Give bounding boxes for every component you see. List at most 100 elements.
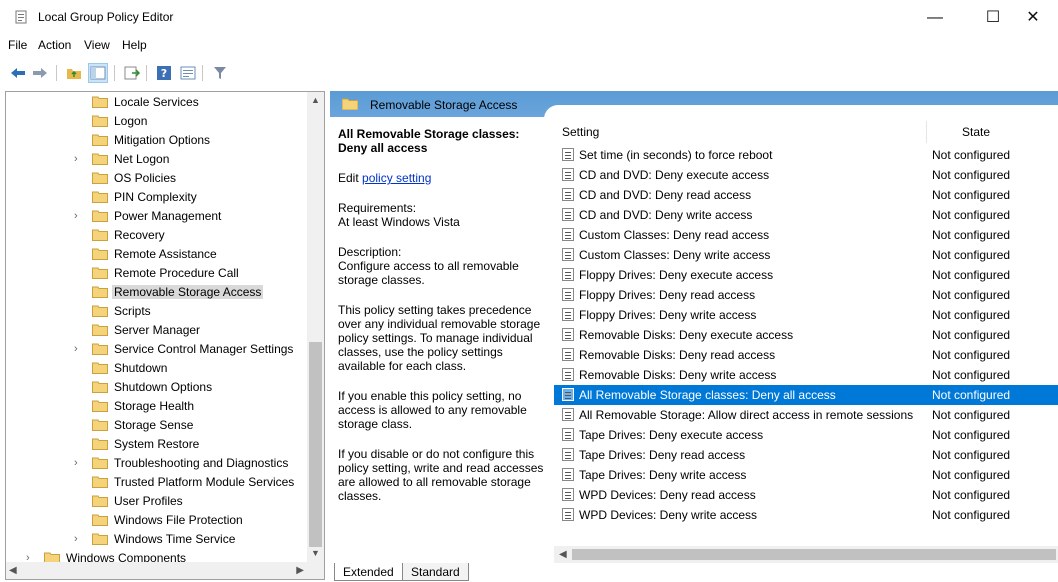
policy-setting-icon xyxy=(562,368,574,381)
tree-item[interactable]: Removable Storage Access xyxy=(6,283,309,302)
tree-item[interactable]: OS Policies xyxy=(6,169,309,188)
forward-icon[interactable] xyxy=(30,63,50,83)
setting-row[interactable]: WPD Devices: Deny read access Not configu… xyxy=(554,485,1058,505)
setting-row[interactable]: Set time (in seconds) to force reboot Not… xyxy=(554,145,1058,165)
tree-item[interactable]: Mitigation Options xyxy=(6,131,309,150)
tree-item[interactable]: › Net Logon xyxy=(6,150,309,169)
window-title: Local Group Policy Editor xyxy=(38,10,174,24)
expand-chevron-icon[interactable]: › xyxy=(74,210,84,222)
scroll-right-icon[interactable]: ▶ xyxy=(296,562,304,579)
show-hide-tree-icon[interactable] xyxy=(88,63,108,83)
tree-item[interactable]: PIN Complexity xyxy=(6,188,309,207)
policy-setting-icon xyxy=(562,488,574,501)
tree-item[interactable]: › Troubleshooting and Diagnostics xyxy=(6,454,309,473)
policy-setting-icon xyxy=(562,248,574,261)
setting-state: Not configured xyxy=(932,348,1011,362)
column-header-state[interactable]: State xyxy=(962,125,990,139)
expand-chevron-icon[interactable]: › xyxy=(74,343,84,355)
tree-item[interactable]: Remote Assistance xyxy=(6,245,309,264)
tree-item[interactable]: Remote Procedure Call xyxy=(6,264,309,283)
scroll-thumb[interactable] xyxy=(572,549,1056,560)
expand-chevron-icon[interactable]: › xyxy=(74,457,84,469)
setting-row[interactable]: Removable Disks: Deny write access Not co… xyxy=(554,365,1058,385)
tree-item[interactable]: Storage Sense xyxy=(6,416,309,435)
setting-row[interactable]: CD and DVD: Deny read access Not configur… xyxy=(554,185,1058,205)
setting-row[interactable]: Tape Drives: Deny write access Not config… xyxy=(554,465,1058,485)
menu-action[interactable]: Action xyxy=(38,38,71,52)
tree-item-label: Mitigation Options xyxy=(114,133,211,147)
up-folder-icon[interactable] xyxy=(64,63,84,83)
settings-list[interactable]: Setting State Set time (in seconds) to f… xyxy=(554,117,1058,561)
properties-icon[interactable] xyxy=(178,63,198,83)
setting-row[interactable]: Tape Drives: Deny read access Not configu… xyxy=(554,445,1058,465)
tree-pane[interactable]: Locale Services Logon Mitigation Options › N… xyxy=(5,91,325,580)
column-header-setting[interactable]: Setting xyxy=(562,125,599,139)
policy-title: All Removable Storage classes: Deny all … xyxy=(338,127,520,155)
close-button[interactable]: ✕ xyxy=(1010,4,1056,32)
minimize-button[interactable]: — xyxy=(912,4,958,32)
setting-row[interactable]: CD and DVD: Deny write access Not configu… xyxy=(554,205,1058,225)
tree-item[interactable]: Storage Health xyxy=(6,397,309,416)
setting-row[interactable]: Floppy Drives: Deny read access Not confi… xyxy=(554,285,1058,305)
tree-item[interactable]: Shutdown xyxy=(6,359,309,378)
filter-icon[interactable] xyxy=(210,63,230,83)
setting-row[interactable]: Removable Disks: Deny read access Not con… xyxy=(554,345,1058,365)
scroll-thumb[interactable] xyxy=(309,342,322,547)
tab-standard[interactable]: Standard xyxy=(402,563,469,581)
tree-item[interactable]: User Profiles xyxy=(6,492,309,511)
setting-row[interactable]: Custom Classes: Deny read access Not conf… xyxy=(554,225,1058,245)
setting-row[interactable]: Tape Drives: Deny execute access Not conf… xyxy=(554,425,1058,445)
menu-help[interactable]: Help xyxy=(122,38,147,52)
tree-item[interactable]: › Power Management xyxy=(6,207,309,226)
tree-vertical-scrollbar[interactable]: ▲ ▼ xyxy=(307,92,324,562)
tree-item[interactable]: Recovery xyxy=(6,226,309,245)
setting-row[interactable]: CD and DVD: Deny execute access Not confi… xyxy=(554,165,1058,185)
tree-item[interactable]: Server Manager xyxy=(6,321,309,340)
setting-row[interactable]: WPD Devices: Deny write access Not config… xyxy=(554,505,1058,525)
tree-item[interactable]: › Service Control Manager Settings xyxy=(6,340,309,359)
setting-state: Not configured xyxy=(932,288,1011,302)
setting-state: Not configured xyxy=(932,148,1011,162)
setting-row[interactable]: All Removable Storage: Allow direct acce… xyxy=(554,405,1058,425)
folder-icon xyxy=(92,514,108,526)
tab-extended[interactable]: Extended xyxy=(334,563,403,581)
tree-horizontal-scrollbar[interactable]: ◀ ▶ xyxy=(6,562,324,579)
scroll-up-icon[interactable]: ▲ xyxy=(307,92,324,109)
folder-icon xyxy=(92,96,108,108)
tree-item[interactable]: Locale Services xyxy=(6,93,309,112)
tree-item-label: PIN Complexity xyxy=(114,190,197,204)
tree-item[interactable]: Scripts xyxy=(6,302,309,321)
back-icon[interactable] xyxy=(8,63,28,83)
tree-item[interactable]: › Windows Time Service xyxy=(6,530,309,549)
scroll-left-icon[interactable]: ◀ xyxy=(559,546,567,563)
setting-row[interactable]: Floppy Drives: Deny write access Not conf… xyxy=(554,305,1058,325)
tree-item[interactable]: Shutdown Options xyxy=(6,378,309,397)
list-horizontal-scrollbar[interactable]: ◀ xyxy=(554,546,1058,563)
tree-item[interactable]: Logon xyxy=(6,112,309,131)
list-header: Setting State xyxy=(554,121,1058,143)
setting-row[interactable]: Floppy Drives: Deny execute access Not co… xyxy=(554,265,1058,285)
policy-setting-icon xyxy=(562,208,574,221)
help-icon[interactable]: ? xyxy=(154,63,174,83)
folder-icon xyxy=(92,362,108,374)
expand-chevron-icon[interactable]: › xyxy=(74,533,84,545)
tree-item-label: Storage Health xyxy=(114,399,195,413)
setting-state: Not configured xyxy=(932,168,1011,182)
edit-policy-link[interactable]: policy setting xyxy=(362,171,431,185)
setting-row[interactable]: All Removable Storage classes: Deny all … xyxy=(554,385,1058,405)
setting-row[interactable]: Removable Disks: Deny execute access Not … xyxy=(554,325,1058,345)
tree-item[interactable]: Trusted Platform Module Services xyxy=(6,473,309,492)
scroll-down-icon[interactable]: ▼ xyxy=(307,545,324,562)
folder-icon xyxy=(92,495,108,507)
folder-icon xyxy=(92,343,108,355)
tree-item[interactable]: System Restore xyxy=(6,435,309,454)
export-list-icon[interactable] xyxy=(122,63,142,83)
menu-file[interactable]: File xyxy=(8,38,27,52)
setting-row[interactable]: Custom Classes: Deny write access Not con… xyxy=(554,245,1058,265)
expand-chevron-icon[interactable]: › xyxy=(74,153,84,165)
tree-item[interactable]: Windows File Protection xyxy=(6,511,309,530)
scroll-left-icon[interactable]: ◀ xyxy=(9,562,17,579)
menu-view[interactable]: View xyxy=(84,38,110,52)
requirements-text: Requirements: At least Windows Vista xyxy=(338,201,460,229)
setting-name: Tape Drives: Deny read access xyxy=(579,448,746,462)
